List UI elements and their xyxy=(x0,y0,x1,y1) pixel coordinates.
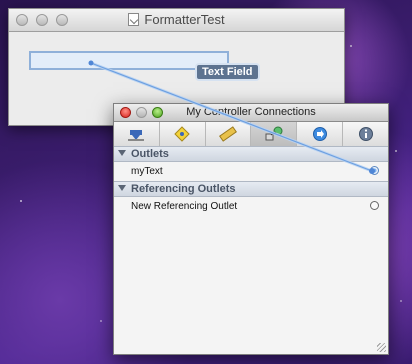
connection-dot[interactable] xyxy=(370,201,379,210)
info-tab[interactable] xyxy=(343,122,388,146)
disclosure-triangle-icon[interactable] xyxy=(118,185,126,191)
window-title: FormatterTest xyxy=(9,12,344,27)
attributes-tab[interactable] xyxy=(114,122,160,146)
effects-icon xyxy=(312,127,327,141)
panel-title: My Controller Connections xyxy=(186,106,316,118)
bindings-tab[interactable] xyxy=(160,122,206,146)
text-field-tag: Text Field xyxy=(195,63,260,81)
connections-list: Outlets myText Referencing Outlets New R… xyxy=(114,146,388,354)
inspector-toolbar xyxy=(114,122,388,147)
formatter-titlebar[interactable]: FormatterTest xyxy=(9,9,344,32)
resize-grip[interactable] xyxy=(377,343,386,352)
disclosure-triangle-icon[interactable] xyxy=(118,150,126,156)
outlet-row[interactable]: myText xyxy=(114,162,388,181)
attributes-icon xyxy=(128,130,145,141)
size-tab[interactable] xyxy=(206,122,252,146)
bindings-icon xyxy=(174,126,190,142)
referencing-outlets-header-label: Referencing Outlets xyxy=(131,183,236,195)
connections-tab[interactable] xyxy=(251,122,298,146)
size-icon xyxy=(219,126,238,142)
referencing-outlet-label: New Referencing Outlet xyxy=(131,201,238,212)
referencing-outlets-header[interactable]: Referencing Outlets xyxy=(114,181,388,197)
connections-panel: My Controller Connections Outlets myText… xyxy=(113,103,389,355)
effects-tab[interactable] xyxy=(297,122,344,146)
outlets-header-label: Outlets xyxy=(131,148,169,160)
window-title-text: FormatterTest xyxy=(144,12,225,27)
outlet-label: myText xyxy=(131,166,163,177)
connections-icon xyxy=(265,126,283,141)
panel-titlebar[interactable]: My Controller Connections xyxy=(114,104,388,122)
referencing-outlet-row[interactable]: New Referencing Outlet xyxy=(114,197,388,216)
info-icon xyxy=(358,127,373,141)
connection-dot[interactable] xyxy=(370,166,379,175)
outlets-header[interactable]: Outlets xyxy=(114,146,388,162)
document-icon xyxy=(128,13,140,26)
